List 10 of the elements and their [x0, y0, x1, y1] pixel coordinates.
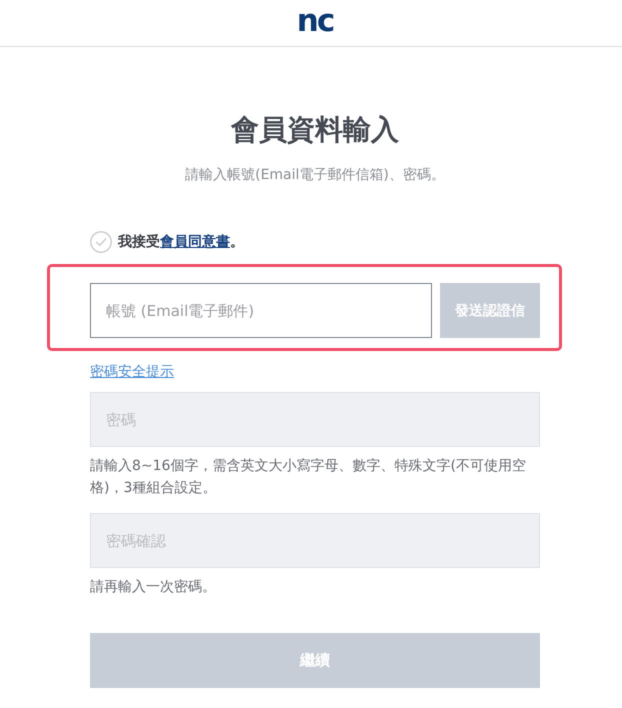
- agreement-link[interactable]: 會員同意書: [160, 234, 230, 250]
- account-input-field[interactable]: 帳號 (Email電子郵件): [90, 283, 432, 338]
- page-title: 會員資料輸入: [231, 112, 399, 148]
- logo: nc: [296, 9, 334, 37]
- page-subtitle: 請輸入帳號(Email電子郵件信箱)、密碼。: [185, 166, 445, 185]
- password-confirm-hint: 請再輸入一次密碼。: [90, 578, 217, 597]
- password-tips-link[interactable]: 密碼安全提示: [90, 362, 174, 382]
- check-circle-icon[interactable]: [90, 231, 112, 253]
- password-hint: 請輸入8~16個字，需含英文大小寫字母、數字、特殊文字(不可使用空格)，3種組合設定。: [90, 457, 527, 498]
- consent-text: 我接受會員同意書。: [118, 233, 244, 252]
